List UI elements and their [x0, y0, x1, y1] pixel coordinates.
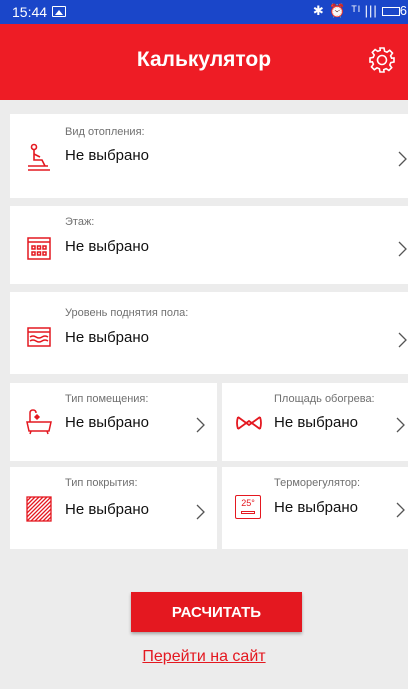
chevron-right-icon	[398, 332, 407, 348]
heating-cable-icon	[236, 416, 262, 430]
room-type-cell[interactable]: Тип помещения: Не выбрано	[10, 383, 217, 461]
heating-person-icon	[28, 143, 50, 171]
thermostat-cell[interactable]: 25° Терморегулятор: Не выбрано	[222, 467, 408, 549]
chevron-right-icon	[398, 151, 407, 167]
room-type-value: Не выбрано	[65, 414, 149, 431]
page-title: Калькулятор	[136, 48, 272, 71]
floor-row[interactable]: Этаж: Не выбрано	[10, 206, 408, 284]
chevron-right-icon	[396, 502, 405, 518]
status-icons: ✱ ⏰ ᵀᴵ ||| 6	[313, 3, 408, 19]
floor-covering-icon	[26, 496, 52, 522]
heating-type-value: Не выбрано	[65, 147, 149, 164]
floor-value: Не выбрано	[65, 238, 149, 255]
status-bar: 15:44 ✱ ⏰ ᵀᴵ ||| 6	[0, 0, 408, 24]
cover-type-label: Тип покрытия:	[65, 477, 138, 489]
go-to-site-link[interactable]: Перейти на сайт	[0, 648, 408, 666]
thermostat-icon-text: 25°	[241, 498, 255, 508]
floor-layers-icon	[27, 327, 51, 347]
chevron-right-icon	[196, 417, 205, 433]
heat-area-cell[interactable]: Площадь обогрева: Не выбрано	[222, 383, 408, 461]
heating-type-label: Вид отопления:	[65, 126, 145, 138]
chevron-right-icon	[398, 241, 407, 257]
cover-type-cell[interactable]: Тип покрытия: Не выбрано	[10, 467, 217, 549]
image-notification-icon	[52, 6, 66, 17]
settings-gear-icon[interactable]	[368, 46, 396, 74]
chevron-right-icon	[396, 417, 405, 433]
building-icon	[27, 237, 51, 260]
floor-raise-value: Не выбрано	[65, 329, 149, 346]
status-time: 15:44	[12, 4, 48, 20]
heat-area-label: Площадь обогрева:	[274, 393, 375, 405]
chevron-right-icon	[196, 504, 205, 520]
app-bar: Калькулятор	[0, 24, 408, 100]
thermostat-icon: 25°	[234, 493, 264, 523]
calculate-button[interactable]: РАСЧИТАТЬ	[131, 592, 302, 632]
floor-raise-row[interactable]: Уровень поднятия пола: Не выбрано	[10, 292, 408, 374]
thermostat-label: Терморегулятор:	[274, 477, 361, 489]
cover-type-value: Не выбрано	[65, 501, 149, 518]
battery-level: 6	[399, 3, 408, 18]
floor-raise-label: Уровень поднятия пола:	[65, 307, 189, 319]
thermostat-value: Не выбрано	[274, 499, 358, 516]
status-icons-text: ✱ ⏰ ᵀᴵ |||	[312, 3, 378, 18]
floor-label: Этаж:	[65, 216, 95, 228]
heating-type-row[interactable]: Вид отопления: Не выбрано	[10, 114, 408, 198]
heat-area-value: Не выбрано	[274, 414, 358, 431]
battery-icon	[381, 7, 400, 17]
room-type-label: Тип помещения:	[65, 393, 149, 405]
bathtub-icon	[26, 409, 52, 435]
